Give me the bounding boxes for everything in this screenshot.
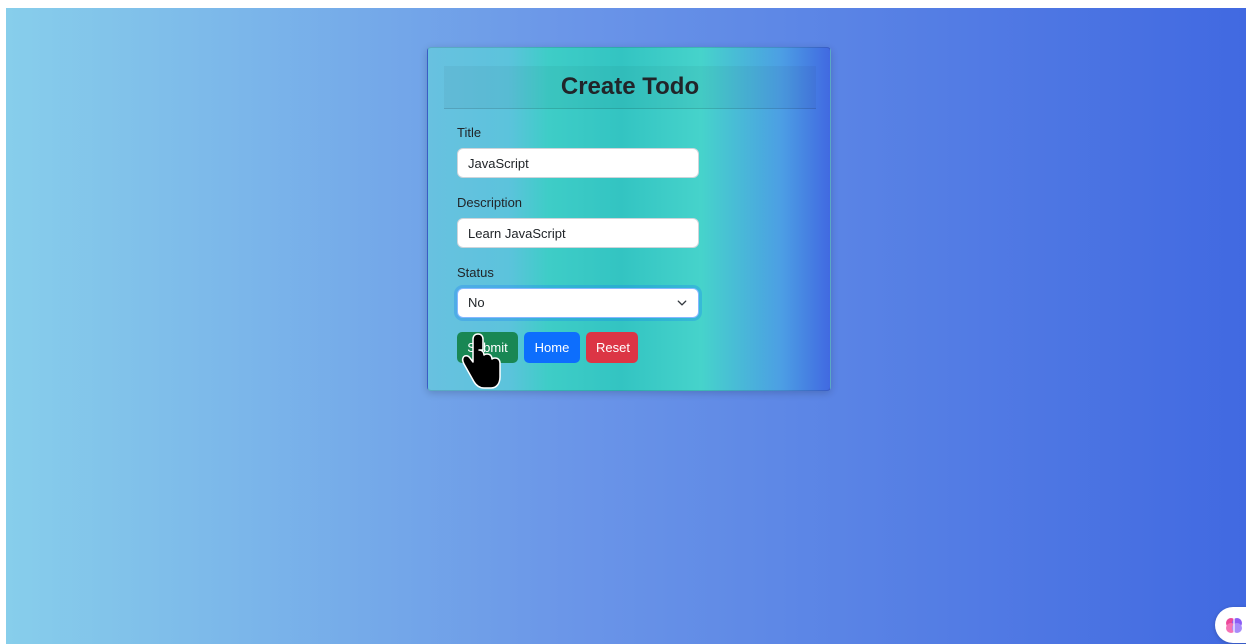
create-todo-form: Title Description Status No Submit Home … [457,124,700,363]
card-header: Create Todo [444,66,816,109]
description-label: Description [457,195,523,210]
page-background: Create Todo Title Description Status No … [6,8,1246,644]
status-label: Status [457,265,494,280]
page-title: Create Todo [560,73,700,100]
home-button[interactable]: Home [524,332,580,363]
description-input[interactable] [457,218,699,248]
status-select[interactable]: No [457,288,699,318]
reset-button[interactable]: Reset [586,332,638,363]
status-select-value: No [468,295,485,310]
title-label: Title [457,125,482,140]
hand-pointer-icon [461,333,501,389]
title-input[interactable] [457,148,699,178]
assistant-badge[interactable] [1215,607,1246,643]
chevron-down-icon [677,300,687,306]
brain-icon [1226,618,1242,633]
